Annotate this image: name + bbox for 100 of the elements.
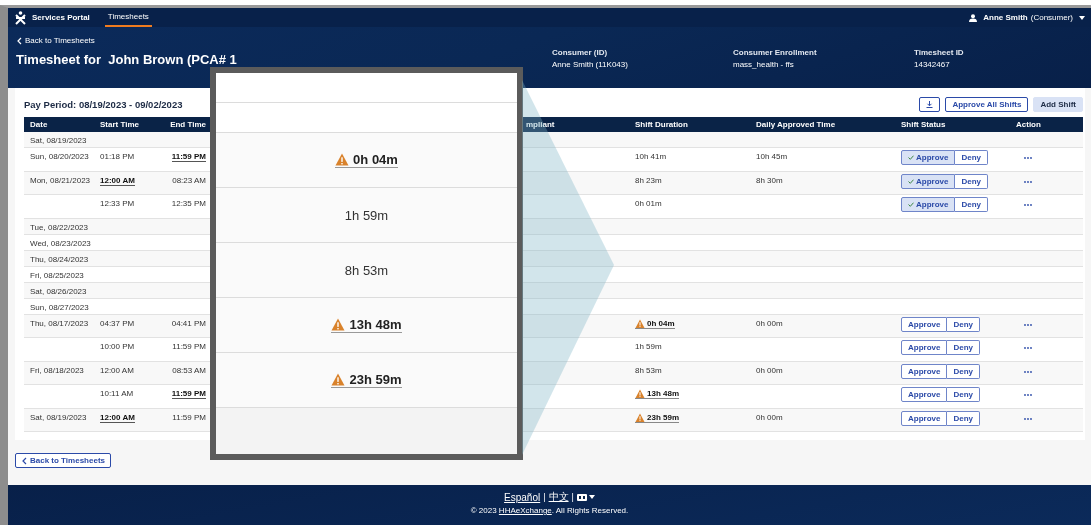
- table-cell: Tue, 08/22/2023: [30, 222, 88, 232]
- company-link[interactable]: HHAeXchange: [498, 506, 552, 515]
- magnified-duration: 0h 04m: [335, 152, 398, 168]
- table-cell: 08:53 AM: [172, 365, 206, 375]
- table-cell: 0h 00m: [756, 412, 783, 422]
- magnified-duration: 1h 59m: [344, 207, 389, 223]
- table-cell: 8h 30m: [756, 175, 783, 185]
- check-icon: [908, 202, 914, 207]
- table-cell: 04:41 PM: [171, 318, 206, 328]
- field-label: Consumer (ID): [552, 48, 609, 57]
- brand-name: Services Portal: [32, 13, 90, 22]
- table-cell: Sat, 08/26/2023: [30, 286, 87, 296]
- approve-button[interactable]: Approve: [901, 340, 948, 355]
- deny-button[interactable]: Deny: [947, 340, 980, 355]
- field-value: mass_health - ffs: [733, 60, 795, 69]
- table-cell: 10h 41m: [635, 152, 667, 161]
- download-button[interactable]: [919, 97, 941, 112]
- check-icon: [908, 155, 914, 160]
- table-cell: Thu, 08/24/2023: [30, 254, 89, 264]
- table-cell: 23h 59m: [635, 412, 680, 423]
- warning-icon: [335, 153, 350, 166]
- column-header: Shift Status: [901, 119, 946, 130]
- table-cell: Sat, 08/19/2023: [30, 412, 87, 422]
- user-role: (Consumer): [1030, 13, 1073, 22]
- column-header: mpliant: [526, 119, 555, 130]
- column-header: Shift Duration: [635, 119, 688, 130]
- language-link[interactable]: Español: [504, 491, 541, 503]
- table-cell: 10:00 PM: [100, 342, 135, 351]
- table-cell: Mon, 08/21/2023: [30, 175, 91, 185]
- table-cell: Sat, 08/19/2023: [30, 136, 87, 145]
- warning-icon: [635, 412, 645, 422]
- table-cell: 12:00 AM: [100, 175, 135, 186]
- table-cell: Fri, 08/25/2023: [30, 270, 84, 280]
- copyright-text: © 2023 HHAeXchange. All Rights Reserved.: [470, 506, 629, 515]
- deny-button[interactable]: Deny: [947, 363, 980, 379]
- deny-button[interactable]: Deny: [947, 316, 980, 332]
- table-cell: 10h 45m: [756, 152, 788, 161]
- more-icon: [1024, 180, 1032, 183]
- approve-button[interactable]: Approve: [901, 387, 948, 402]
- page-title: Timesheet for John Brown (PCA# 1: [16, 52, 238, 67]
- logo-icon: [15, 10, 26, 25]
- approve-button[interactable]: Approve: [901, 410, 948, 426]
- check-icon: [908, 178, 914, 184]
- table-cell: Sun, 08/27/2023: [30, 302, 89, 312]
- magnified-duration: 13h 48m: [331, 317, 402, 333]
- back-button[interactable]: Back to Timesheets: [15, 453, 111, 468]
- warning-icon: [331, 318, 346, 331]
- table-cell: 1h 59m: [635, 342, 662, 351]
- table-cell: 12:00 AM: [100, 365, 134, 375]
- chevron-left-icon: [21, 456, 27, 465]
- approve-all-button[interactable]: Approve All Shifts: [945, 97, 1029, 112]
- column-header: End Time: [170, 119, 206, 130]
- deny-button[interactable]: Deny: [955, 150, 988, 165]
- deny-button[interactable]: Deny: [947, 387, 980, 402]
- warning-icon: [635, 318, 645, 328]
- approve-button[interactable]: Approve: [901, 150, 956, 165]
- table-cell: 11:59 PM: [172, 342, 206, 351]
- table-cell: Thu, 08/17/2023: [30, 318, 89, 328]
- table-cell: 0h 00m: [756, 318, 783, 328]
- add-shift-button[interactable]: Add Shift: [1033, 97, 1083, 112]
- caret-icon: [588, 495, 595, 499]
- deny-button[interactable]: Deny: [955, 173, 988, 189]
- more-button[interactable]: [1022, 154, 1034, 162]
- table-cell: 0h 00m: [756, 365, 783, 375]
- download-icon: [926, 101, 934, 108]
- table-cell: 01:18 PM: [100, 152, 135, 161]
- table-cell: 11:59 PM: [172, 412, 206, 422]
- caret-icon[interactable]: [1079, 15, 1085, 20]
- field-label: Timesheet ID: [914, 48, 965, 57]
- separator-text: |: [571, 492, 574, 502]
- approve-button[interactable]: Approve: [901, 363, 948, 379]
- column-header: Action: [1016, 119, 1041, 130]
- approve-button[interactable]: Approve: [901, 197, 956, 212]
- table-cell: 11:59 PM: [171, 389, 206, 399]
- magnified-duration: 23h 59m: [331, 372, 402, 388]
- more-button[interactable]: [1022, 201, 1034, 209]
- user-icon: [969, 13, 978, 22]
- approve-button[interactable]: Approve: [901, 173, 956, 189]
- table-cell: 08:23 AM: [172, 175, 206, 185]
- more-button[interactable]: [1022, 344, 1034, 352]
- more-icon: [1024, 323, 1032, 326]
- magnified-duration: 8h 53m: [344, 262, 389, 278]
- table-cell: Wed, 08/23/2023: [30, 238, 91, 248]
- table-cell: 12:33 PM: [100, 199, 135, 208]
- approve-button[interactable]: Approve: [901, 316, 948, 332]
- warning-icon: [635, 389, 645, 398]
- deny-button[interactable]: Deny: [955, 197, 988, 212]
- language-link[interactable]: 中文: [548, 490, 569, 504]
- language-menu-button[interactable]: [576, 493, 595, 501]
- more-button[interactable]: [1022, 391, 1034, 399]
- table-cell: 13h 48m: [635, 389, 680, 399]
- back-link[interactable]: Back to Timesheets: [16, 36, 552, 45]
- user-name[interactable]: Anne Smith: [983, 13, 1028, 22]
- table-cell: 10:11 AM: [100, 389, 134, 398]
- table-cell: 0h 04m: [635, 318, 675, 329]
- table-cell: 04:37 PM: [100, 318, 135, 328]
- table-cell: 12:00 AM: [100, 412, 135, 423]
- table-cell: 8h 53m: [635, 365, 662, 375]
- column-header: Daily Approved Time: [756, 119, 836, 130]
- deny-button[interactable]: Deny: [947, 410, 980, 426]
